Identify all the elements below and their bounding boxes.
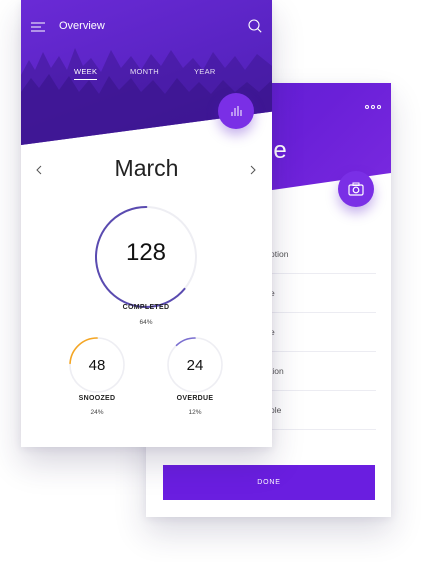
month-title: March bbox=[114, 155, 179, 181]
snoozed-label: SNOOZED bbox=[78, 395, 116, 402]
tab-year[interactable]: YEAR bbox=[194, 67, 216, 76]
done-button[interactable]: DONE bbox=[163, 465, 375, 500]
search-icon[interactable] bbox=[248, 19, 262, 33]
completed-count: 128 bbox=[125, 239, 167, 266]
completed-percent: 64% bbox=[139, 319, 153, 326]
overdue-label: OVERDUE bbox=[176, 395, 214, 402]
menu-icon[interactable] bbox=[31, 22, 45, 32]
tab-month[interactable]: MONTH bbox=[130, 67, 159, 76]
chevron-right-icon[interactable] bbox=[250, 165, 256, 175]
overview-screen-card: Overview WEEK MONTH YEAR March 128 COMPL… bbox=[21, 0, 272, 447]
snoozed-count: 48 bbox=[88, 357, 106, 374]
camera-button[interactable] bbox=[338, 171, 374, 207]
snoozed-percent: 24% bbox=[90, 409, 104, 416]
completed-label: COMPLETED bbox=[122, 304, 170, 311]
bar-chart-icon bbox=[231, 106, 242, 116]
camera-icon bbox=[348, 182, 364, 196]
tab-week[interactable]: WEEK bbox=[74, 67, 98, 80]
more-icon[interactable] bbox=[365, 105, 381, 109]
overdue-percent: 12% bbox=[188, 409, 202, 416]
stats-button[interactable] bbox=[218, 93, 254, 129]
overdue-count: 24 bbox=[186, 357, 204, 374]
page-title: Overview bbox=[59, 20, 105, 32]
